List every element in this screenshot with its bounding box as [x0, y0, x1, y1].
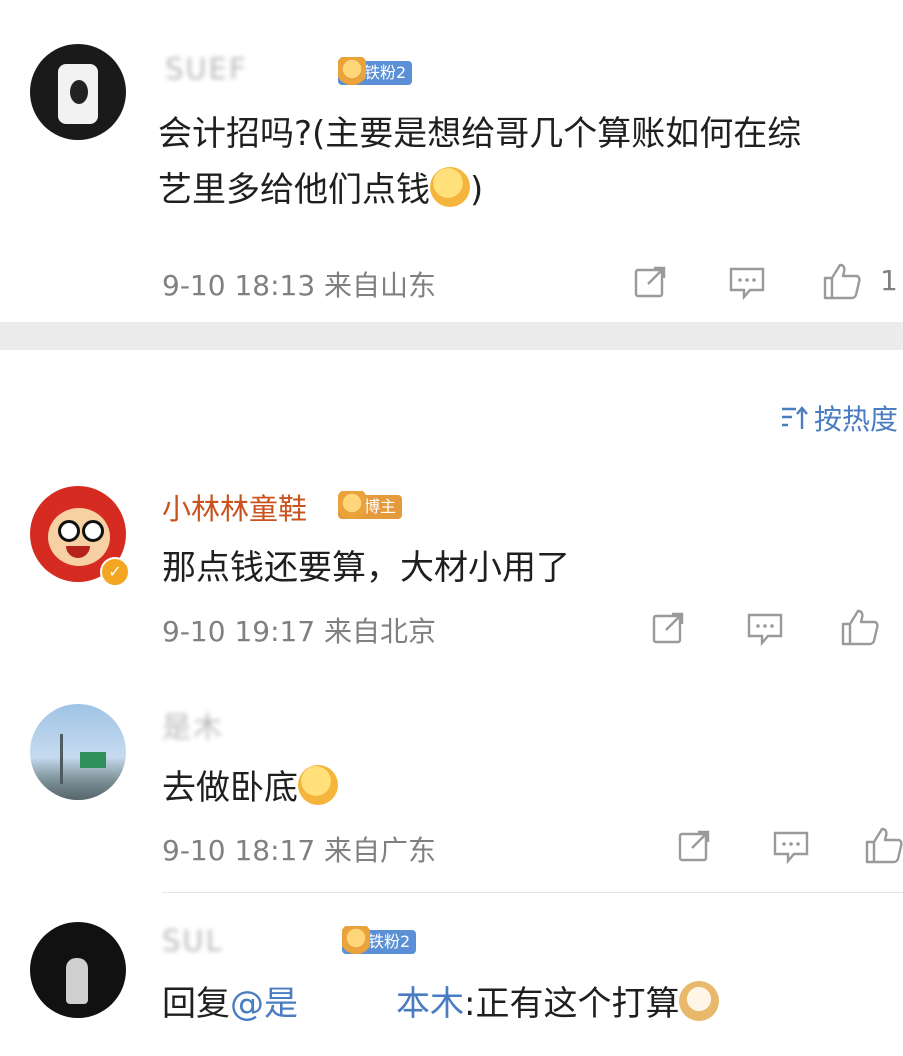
like-icon[interactable] [822, 262, 862, 300]
sort-control[interactable]: 按热度 [780, 398, 898, 438]
comment-text: 会计招吗?(主要是想给哥几个算账如何在综 [158, 114, 802, 154]
avatar-sign [80, 752, 106, 768]
comment-icon[interactable] [728, 266, 766, 300]
avatar-eye [82, 520, 104, 542]
share-icon[interactable] [652, 612, 686, 644]
section-divider [0, 322, 903, 350]
avatar[interactable] [30, 44, 126, 140]
comment-divider [162, 892, 903, 893]
username[interactable]: 是木 [162, 704, 224, 746]
location: 来自山东 [324, 269, 437, 302]
mention-link-end[interactable]: 本木 [396, 984, 464, 1024]
timestamp: 9-10 18:17 [162, 834, 316, 867]
reply-prefix: 回复 [162, 984, 230, 1024]
sort-icon [780, 405, 810, 431]
avatar-pole [60, 734, 63, 784]
like-icon[interactable] [864, 826, 903, 864]
cat-emoji-icon [679, 981, 720, 1021]
location: 来自广东 [324, 834, 437, 867]
medal-icon [338, 491, 366, 521]
fan-badge: 铁粉2 [342, 926, 417, 956]
comment-meta: 9-10 19:17 来自北京 [162, 610, 436, 650]
pleading-emoji-icon [298, 765, 338, 805]
share-icon[interactable] [634, 266, 668, 298]
comment-text: 去做卧底 [162, 760, 338, 809]
comment-meta: 9-10 18:17 来自广东 [162, 829, 436, 869]
comment-icon[interactable] [772, 830, 810, 864]
timestamp: 9-10 18:13 [162, 269, 316, 302]
comment-icon[interactable] [746, 612, 784, 646]
medal-icon [338, 57, 366, 87]
share-icon[interactable] [678, 830, 712, 862]
like-count: 1 [880, 264, 898, 297]
comment-text: 那点钱还要算，大材小用了 [162, 548, 570, 588]
yummy-emoji-icon [430, 167, 470, 207]
comment-text: 回复@是 本木:正有这个打算 [162, 976, 720, 1025]
username[interactable]: 小林林童鞋 [162, 486, 307, 528]
fan-badge: 铁粉2 [338, 57, 413, 87]
verified-icon: ✓ [100, 557, 130, 587]
blogger-badge: 博主 [338, 491, 403, 521]
avatar[interactable] [30, 922, 126, 1018]
sort-label: 按热度 [814, 403, 899, 436]
username[interactable]: SUL [162, 924, 224, 958]
avatar-eye [58, 520, 80, 542]
avatar-face [70, 80, 88, 104]
location: 来自北京 [324, 615, 437, 648]
mention-link[interactable]: @是 [230, 984, 298, 1024]
medal-icon [342, 926, 370, 956]
avatar-figure [66, 958, 88, 1004]
like-icon[interactable] [840, 608, 880, 646]
avatar[interactable] [30, 704, 126, 800]
comment-text-line2: 艺里多给他们点钱) [158, 162, 483, 211]
timestamp: 9-10 19:17 [162, 615, 316, 648]
comment-meta: 9-10 18:13 来自山东 [162, 264, 436, 304]
username[interactable]: SUEF [165, 52, 248, 86]
